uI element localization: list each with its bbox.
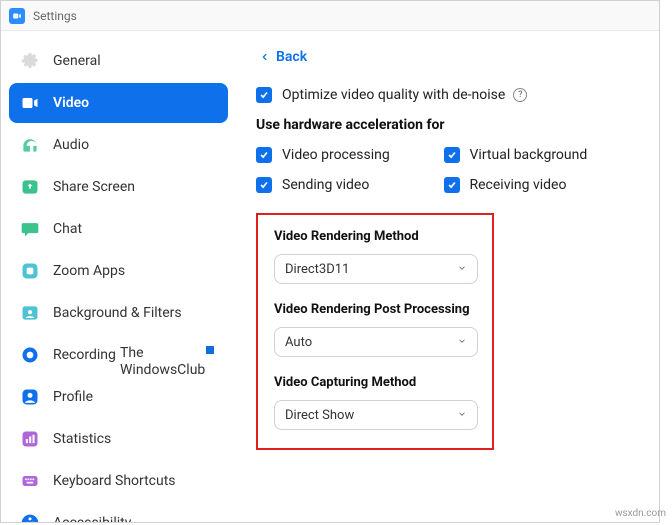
sidebar-item-label: Zoom Apps xyxy=(53,263,125,279)
app-icon xyxy=(9,8,25,24)
sidebar-item-zoom-apps[interactable]: Zoom Apps xyxy=(9,251,228,291)
background-icon xyxy=(19,302,41,324)
sidebar-item-general[interactable]: General xyxy=(9,41,228,81)
post-processing-select[interactable]: Auto xyxy=(274,327,478,357)
checkbox-icon xyxy=(444,177,460,193)
hw-processing-row[interactable]: Video processing xyxy=(256,147,444,163)
sidebar-item-label: Chat xyxy=(53,221,82,237)
video-icon xyxy=(19,92,41,114)
optimize-row[interactable]: Optimize video quality with de-noise ? xyxy=(256,87,631,103)
checkbox-icon xyxy=(444,147,460,163)
sidebar-item-audio[interactable]: Audio xyxy=(9,125,228,165)
optimize-label: Optimize video quality with de-noise xyxy=(282,87,505,103)
hw-processing-label: Video processing xyxy=(282,147,390,163)
hardware-heading: Use hardware acceleration for xyxy=(256,117,631,133)
apps-icon xyxy=(19,260,41,282)
content-panel: Back Optimize video quality with de-nois… xyxy=(236,31,659,522)
keyboard-icon xyxy=(19,470,41,492)
hw-virtual-label: Virtual background xyxy=(470,147,588,163)
body: General Video Audio Share Screen Chat Zo xyxy=(1,31,659,522)
sidebar-item-chat[interactable]: Chat xyxy=(9,209,228,249)
titlebar: Settings xyxy=(1,1,659,31)
watermark-text: The WindowsClub xyxy=(120,345,205,379)
accessibility-icon xyxy=(19,512,41,522)
sidebar-item-label: General xyxy=(53,53,101,69)
sidebar-item-label: Statistics xyxy=(53,431,111,447)
sidebar-item-label: Share Screen xyxy=(53,179,135,195)
help-icon[interactable]: ? xyxy=(513,88,527,102)
sidebar-item-label: Keyboard Shortcuts xyxy=(53,473,176,489)
statistics-icon xyxy=(19,428,41,450)
checkbox-icon xyxy=(256,87,272,103)
sidebar-item-profile[interactable]: Profile xyxy=(9,377,228,417)
sidebar-item-accessibility[interactable]: Accessibility xyxy=(9,503,228,522)
back-label: Back xyxy=(276,49,307,65)
watermark-square xyxy=(206,346,214,354)
sidebar-item-keyboard[interactable]: Keyboard Shortcuts xyxy=(9,461,228,501)
hw-sending-row[interactable]: Sending video xyxy=(256,177,444,193)
rendering-method-select[interactable]: Direct3D11 xyxy=(274,254,478,284)
sidebar-item-share-screen[interactable]: Share Screen xyxy=(9,167,228,207)
settings-window: Settings General Video Audio Share Scree… xyxy=(0,0,660,523)
footer-watermark: wsxdn.com xyxy=(615,508,666,519)
sidebar-item-label: Audio xyxy=(53,137,89,153)
capture-method-select[interactable]: Direct Show xyxy=(274,400,478,430)
sidebar-item-statistics[interactable]: Statistics xyxy=(9,419,228,459)
chat-icon xyxy=(19,218,41,240)
hw-virtual-row[interactable]: Virtual background xyxy=(444,147,632,163)
back-link[interactable]: Back xyxy=(260,49,307,65)
sidebar-item-background[interactable]: Background & Filters xyxy=(9,293,228,333)
profile-icon xyxy=(19,386,41,408)
hw-grid: Video processing Sending video Virtual b… xyxy=(256,147,631,207)
sidebar-item-label: Video xyxy=(53,95,89,111)
hw-receiving-row[interactable]: Receiving video xyxy=(444,177,632,193)
hw-receiving-label: Receiving video xyxy=(470,177,567,193)
window-title: Settings xyxy=(33,9,77,23)
sidebar-item-video[interactable]: Video xyxy=(9,83,228,123)
capture-method-label: Video Capturing Method xyxy=(274,375,476,390)
rendering-method-label: Video Rendering Method xyxy=(274,229,476,244)
hw-sending-label: Sending video xyxy=(282,177,369,193)
chevron-down-icon xyxy=(457,262,467,277)
chevron-down-icon xyxy=(457,335,467,350)
headphones-icon xyxy=(19,134,41,156)
sidebar-item-label: Accessibility xyxy=(53,515,131,522)
recording-icon xyxy=(19,344,41,366)
sidebar-item-label: Profile xyxy=(53,389,93,405)
select-value: Direct Show xyxy=(285,408,354,423)
sidebar-item-label: Background & Filters xyxy=(53,305,182,321)
chevron-down-icon xyxy=(457,408,467,423)
share-screen-icon xyxy=(19,176,41,198)
checkbox-icon xyxy=(256,177,272,193)
sidebar-item-label: Recording xyxy=(53,347,116,363)
gear-icon xyxy=(19,50,41,72)
select-value: Auto xyxy=(285,335,312,350)
post-processing-label: Video Rendering Post Processing xyxy=(274,302,476,317)
sidebar: General Video Audio Share Screen Chat Zo xyxy=(1,31,236,522)
highlighted-region: Video Rendering Method Direct3D11 Video … xyxy=(256,213,494,450)
checkbox-icon xyxy=(256,147,272,163)
select-value: Direct3D11 xyxy=(285,262,349,277)
